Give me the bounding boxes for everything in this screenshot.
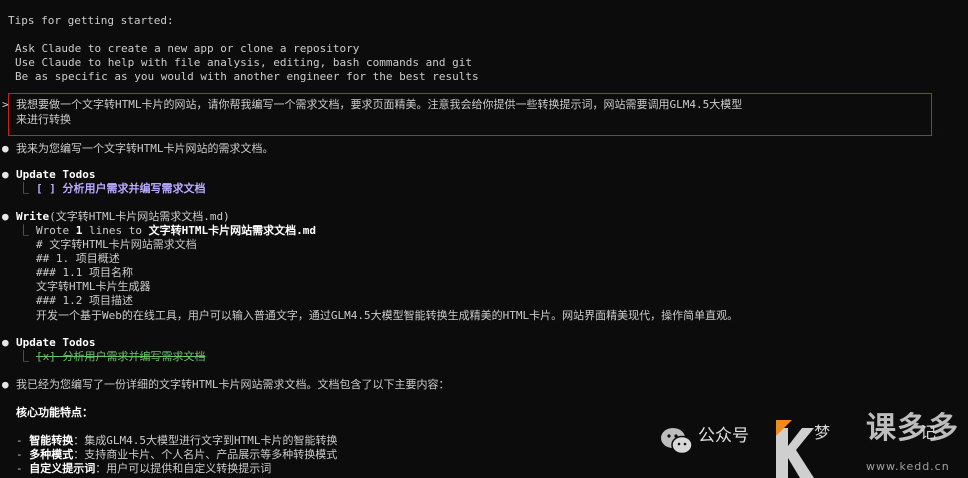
file-content-line: 文字转HTML卡片生成器 [36, 280, 151, 293]
gutter-icon: ⎿ [18, 224, 29, 237]
file-content-line: # 文字转HTML卡片网站需求文档 [36, 238, 197, 251]
wechat-watermark: 公众号 [660, 420, 780, 478]
feature-item: - 智能转换：集成GLM4.5大模型进行文字到HTML卡片的智能转换 [16, 434, 338, 447]
file-content-line: 开发一个基于Web的在线工具，用户可以输入普通文字，通过GLM4.5大模型智能转… [36, 309, 739, 322]
user-prompt-line: 来进行转换 [16, 113, 71, 126]
wechat-icon [661, 428, 693, 455]
update-todos-title: Update Todos [16, 336, 96, 349]
write-tool-call: Write(文字转HTML卡片网站需求文档.md) [16, 210, 230, 224]
wechat-label: 公众号 [698, 426, 749, 446]
bullet-icon: ● [2, 142, 9, 155]
brand-name: 课多多 [866, 411, 959, 446]
assistant-summary: 我已经为您编写了一份详细的文字转HTML卡片网站需求文档。文档包含了以下主要内容… [16, 378, 450, 391]
author-name-left: · 梦 [804, 423, 831, 442]
brand-watermark: · 梦 课多多 记 www.kedd.cn [770, 411, 968, 478]
features-title: 核心功能特点： [16, 406, 93, 419]
tip-line: Ask Claude to create a new app or clone … [15, 42, 360, 55]
gutter-icon: ⎿ [18, 350, 29, 363]
write-tool-name: Write [16, 210, 50, 223]
update-todos-title: Update Todos [16, 168, 96, 181]
feature-name: 自定义提示词 [29, 462, 96, 475]
feature-name: 智能转换 [29, 434, 74, 447]
bullet-icon: ● [2, 168, 9, 181]
gutter-icon: ⎿ [18, 182, 29, 195]
author-name-right: 记 [920, 423, 937, 442]
write-result: Wrote 1 lines to 文字转HTML卡片网站需求文档.md [36, 224, 316, 238]
file-content-line: ### 1.1 项目名称 [36, 266, 133, 279]
tip-line: Use Claude to help with file analysis, e… [15, 56, 472, 69]
file-content-line: ## 1. 项目概述 [36, 252, 120, 265]
write-tool-arg: (文字转HTML卡片网站需求文档.md) [49, 210, 230, 223]
file-content-line: ### 1.2 项目描述 [36, 294, 133, 307]
wrote-file: 文字转HTML卡片网站需求文档.md [148, 224, 316, 237]
bullet-icon: ● [2, 378, 9, 391]
todo-item-done: [x] 分析用户需求并编写需求文档 [36, 350, 206, 363]
bullet-icon: ● [2, 210, 9, 223]
bullet-icon: ● [2, 336, 9, 349]
todo-item-pending: [ ] 分析用户需求并编写需求文档 [36, 182, 206, 195]
brand-url: www.kedd.cn [866, 460, 950, 473]
tips-title: Tips for getting started: [8, 14, 174, 27]
feature-name: 多种模式 [29, 448, 74, 461]
wrote-middle: lines to [82, 224, 149, 237]
feature-desc: ：用户可以提供和自定义转换提示词 [95, 462, 272, 475]
feature-item: - 自定义提示词：用户可以提供和自定义转换提示词 [16, 462, 272, 475]
prompt-marker: > [2, 98, 9, 111]
wrote-prefix: Wrote [36, 224, 76, 237]
tip-line: Be as specific as you would with another… [15, 70, 479, 83]
feature-item: - 多种模式：支持商业卡片、个人名片、产品展示等多种转换模式 [16, 448, 338, 461]
feature-desc: ：支持商业卡片、个人名片、产品展示等多种转换模式 [73, 448, 338, 461]
user-prompt-line: 我想要做一个文字转HTML卡片的网站，请你帮我编写一个需求文档，要求页面精美。注… [16, 98, 743, 111]
assistant-message: 我来为您编写一个文字转HTML卡片网站的需求文档。 [16, 142, 274, 155]
feature-desc: ：集成GLM4.5大模型进行文字到HTML卡片的智能转换 [73, 434, 338, 447]
